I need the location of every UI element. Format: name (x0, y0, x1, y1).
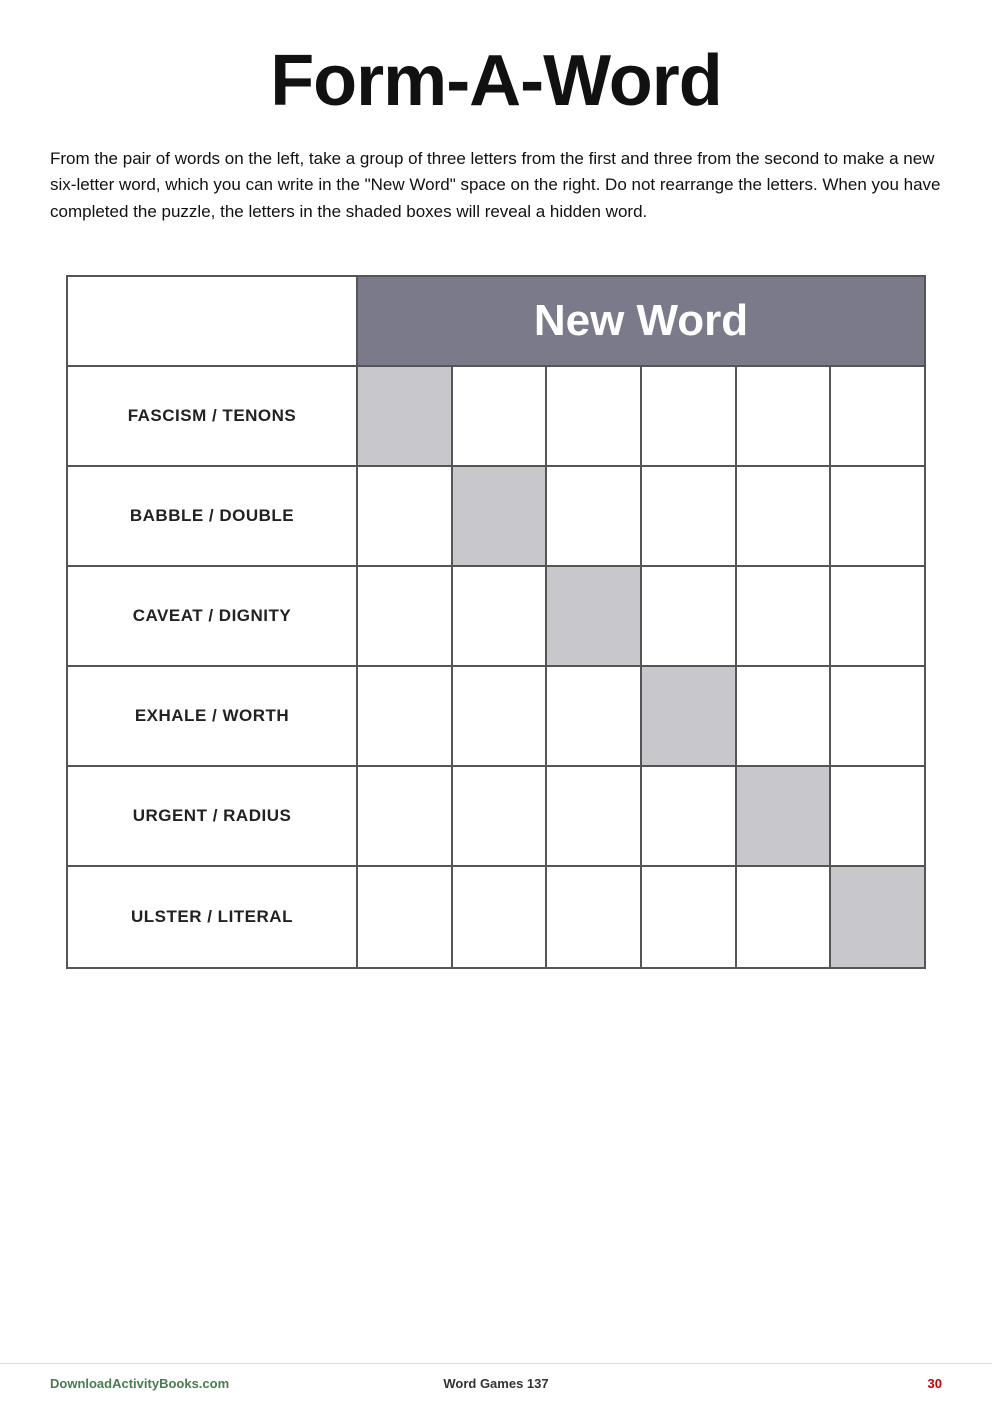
grid-cell[interactable] (547, 567, 642, 665)
grid-cell[interactable] (453, 467, 548, 565)
grid-cell[interactable] (737, 467, 832, 565)
grid-row (358, 867, 924, 967)
word-pair-row: FASCISM / TENONS (68, 367, 356, 467)
word-pair-row: CAVEAT / DIGNITY (68, 567, 356, 667)
grid-cell[interactable] (642, 867, 737, 967)
grid-cell[interactable] (831, 867, 924, 967)
grid-cell[interactable] (642, 567, 737, 665)
footer-website: DownloadActivityBooks.com (50, 1376, 347, 1391)
grid-cell[interactable] (831, 467, 924, 565)
grid-cell[interactable] (547, 767, 642, 865)
word-pair-row: EXHALE / WORTH (68, 667, 356, 767)
page: Form-A-Word From the pair of words on th… (0, 0, 992, 1029)
grid-row (358, 767, 924, 867)
grid-row (358, 467, 924, 567)
footer-page-number: 30 (645, 1376, 942, 1391)
grid-row (358, 367, 924, 467)
grid-cell[interactable] (453, 667, 548, 765)
footer-title: Word Games 137 (347, 1376, 644, 1391)
grid-cell[interactable] (358, 367, 453, 465)
left-header (68, 277, 356, 367)
grid-cell[interactable] (453, 767, 548, 865)
footer: DownloadActivityBooks.com Word Games 137… (0, 1363, 992, 1403)
page-title: Form-A-Word (50, 40, 942, 122)
grid-cell[interactable] (737, 867, 832, 967)
grid-cell[interactable] (737, 667, 832, 765)
grid-cell[interactable] (831, 567, 924, 665)
grid-cell[interactable] (642, 667, 737, 765)
word-pair-row: ULSTER / LITERAL (68, 867, 356, 967)
grid-cell[interactable] (831, 767, 924, 865)
grid-cell[interactable] (831, 667, 924, 765)
grid-cell[interactable] (358, 767, 453, 865)
grid-cell[interactable] (547, 667, 642, 765)
grid-cell[interactable] (737, 567, 832, 665)
grid-cell[interactable] (642, 467, 737, 565)
grid-cell[interactable] (831, 367, 924, 465)
new-word-label: New Word (534, 296, 748, 346)
grid-cell[interactable] (453, 567, 548, 665)
right-column: New Word (356, 275, 926, 969)
grid-cell[interactable] (453, 367, 548, 465)
grid-cell[interactable] (642, 367, 737, 465)
new-word-header: New Word (358, 277, 924, 367)
word-pair-row: BABBLE / DOUBLE (68, 467, 356, 567)
grid-cell[interactable] (358, 567, 453, 665)
instructions-text: From the pair of words on the left, take… (50, 146, 942, 225)
grid-cell[interactable] (547, 467, 642, 565)
left-column: FASCISM / TENONSBABBLE / DOUBLECAVEAT / … (66, 275, 356, 969)
grid-cell[interactable] (737, 767, 832, 865)
grid-row (358, 567, 924, 667)
grid-cell[interactable] (358, 667, 453, 765)
word-pair-row: URGENT / RADIUS (68, 767, 356, 867)
grid-cell[interactable] (358, 867, 453, 967)
puzzle-container: FASCISM / TENONSBABBLE / DOUBLECAVEAT / … (66, 275, 926, 969)
grid-cell[interactable] (547, 867, 642, 967)
grid-cell[interactable] (453, 867, 548, 967)
grid-cell[interactable] (547, 367, 642, 465)
grid-cell[interactable] (737, 367, 832, 465)
grid-cell[interactable] (642, 767, 737, 865)
grid-cell[interactable] (358, 467, 453, 565)
grid-row (358, 667, 924, 767)
